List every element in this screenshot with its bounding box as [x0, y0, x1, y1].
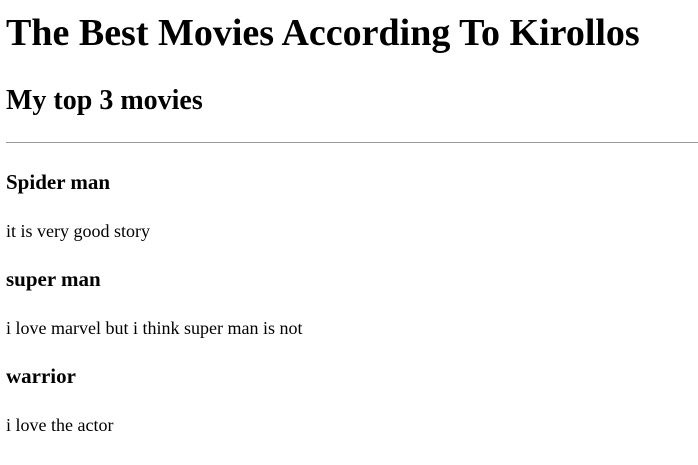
page: The Best Movies According To Kirollos My… [0, 0, 698, 465]
movie-title-spider-man: Spider man [6, 170, 111, 194]
movie-description-warrior: i love the actor [6, 415, 114, 435]
movie-description-super-man: i love marvel but i think super man is n… [6, 318, 303, 338]
movie-title-warrior: warrior [6, 364, 76, 388]
movie-description-spider-man: it is very good story [6, 221, 150, 241]
page-title: The Best Movies According To Kirollos [6, 12, 640, 54]
movie-title-super-man: super man [6, 267, 101, 291]
divider [6, 142, 698, 143]
page-subtitle: My top 3 movies [6, 85, 203, 116]
